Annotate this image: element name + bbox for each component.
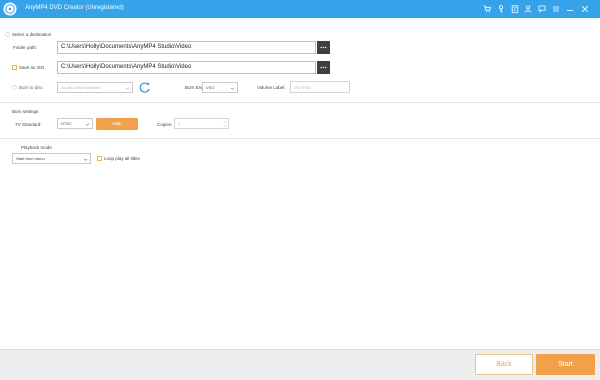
chevron-down-icon	[85, 123, 90, 126]
burn-settings-section: Burn settings	[12, 109, 38, 114]
section-marker	[5, 32, 10, 37]
cart-icon[interactable]	[482, 3, 492, 14]
start-button[interactable]: Start	[536, 354, 595, 375]
key-icon[interactable]	[496, 3, 506, 14]
section-title: Playback mode	[21, 145, 52, 150]
tv-standard-dropdown[interactable]: NTSC	[57, 118, 93, 129]
disc-drive-value: No disc drive detected	[61, 85, 101, 90]
copies-value: 1	[178, 121, 181, 126]
volume-label-input[interactable]: My DVD	[290, 81, 350, 93]
playback-mode-dropdown[interactable]: Start from menu	[12, 153, 91, 164]
disc-drive-dropdown[interactable]: No disc drive detected	[57, 82, 133, 93]
title-bar: AnyMP4 DVD Creator (Unregistered)	[0, 0, 600, 18]
iso-path-field[interactable]: C:\Users\Holly\Documents\AnyMP4 Studio\V…	[57, 61, 316, 74]
help-button[interactable]: Help	[96, 118, 138, 130]
loop-play-checkbox[interactable]	[97, 156, 102, 161]
app-logo-icon	[2, 1, 18, 17]
close-icon[interactable]	[580, 3, 590, 14]
more-icon	[320, 46, 327, 49]
app-title: AnyMP4 DVD Creator (Unregistered)	[25, 5, 124, 11]
burn-to-disc-label: Burn to disc	[19, 85, 43, 90]
feedback-icon[interactable]	[537, 3, 547, 14]
copies-stepper[interactable]: 1	[174, 118, 229, 129]
iso-browse-button[interactable]	[317, 61, 330, 74]
destination-section: Select a destination	[5, 32, 51, 37]
tv-standard-label: TV Standard:	[15, 122, 42, 127]
more-icon	[320, 66, 327, 69]
loop-play-label: Loop play all titles	[104, 156, 140, 161]
back-button[interactable]: Back	[475, 354, 533, 375]
save-iso-checkbox[interactable]	[12, 65, 17, 70]
copies-label: Copies:	[157, 122, 173, 127]
save-iso-label: Save as ISO	[19, 65, 45, 70]
chevron-down-icon	[83, 158, 88, 161]
burn-to-disc-radio[interactable]	[12, 85, 17, 90]
folder-path-label: Folder path:	[13, 45, 38, 50]
menu-icon[interactable]	[551, 3, 561, 14]
section-title: Burn settings	[12, 109, 39, 114]
folder-browse-button[interactable]	[317, 41, 330, 54]
register-icon[interactable]	[510, 3, 520, 14]
section-divider	[0, 102, 600, 103]
burn-engine-value: VSO	[206, 85, 215, 90]
section-divider	[0, 138, 600, 139]
refresh-icon[interactable]	[138, 81, 151, 94]
minimize-icon[interactable]	[565, 3, 575, 14]
account-icon[interactable]	[523, 3, 533, 14]
playback-mode-value: Start from menu	[16, 156, 45, 161]
section-title: Select a destination	[12, 32, 52, 37]
stepper-arrows-icon[interactable]	[223, 120, 227, 128]
volume-label-label: Volume Label:	[257, 85, 286, 90]
folder-path-field[interactable]: C:\Users\Holly\Documents\AnyMP4 Studio\V…	[57, 41, 316, 54]
footer-bar: Back Start	[0, 349, 600, 380]
chevron-down-icon	[125, 87, 130, 90]
playback-section: Playback mode	[21, 145, 52, 150]
chevron-down-icon	[230, 87, 235, 90]
tv-standard-value: NTSC	[61, 121, 72, 126]
burn-engine-dropdown[interactable]: VSO	[202, 82, 238, 93]
settings-panel: Select a destination Folder path: C:\Use…	[0, 18, 600, 349]
